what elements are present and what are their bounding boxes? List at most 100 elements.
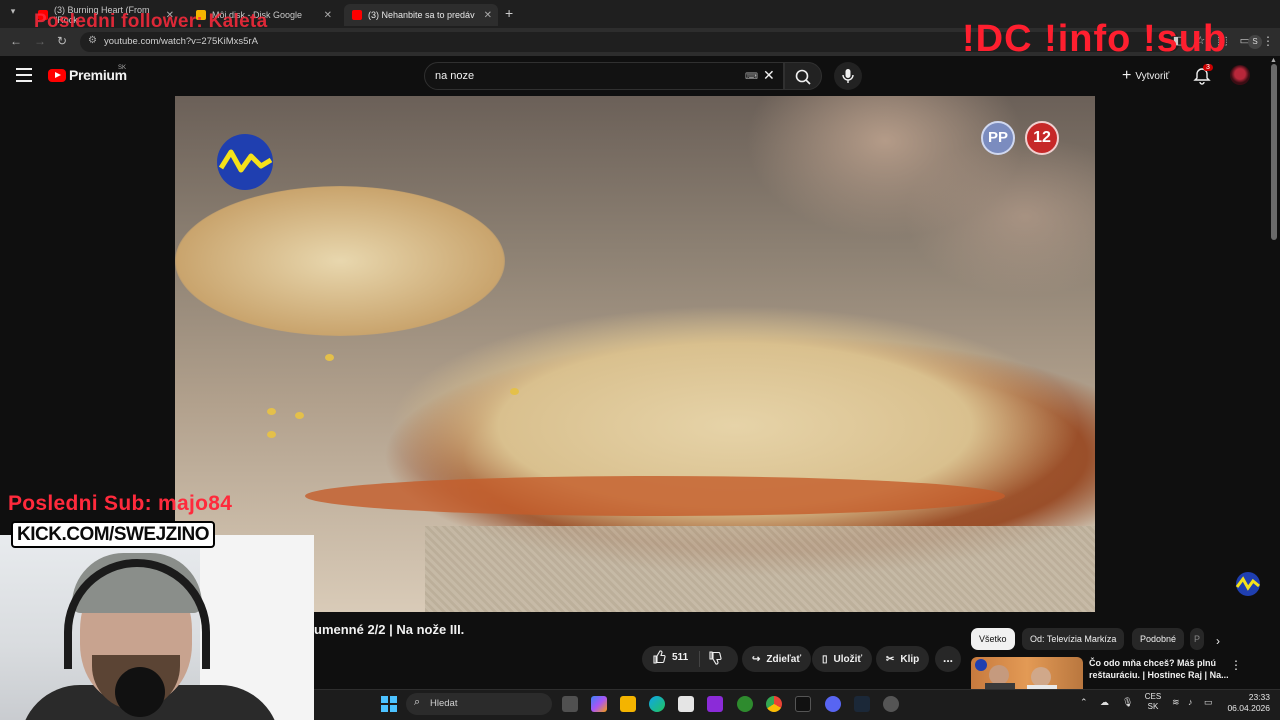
search-icon bbox=[795, 69, 811, 85]
search-button[interactable] bbox=[784, 62, 822, 90]
url-text: youtube.com/watch?v=275KiMxs5rA bbox=[104, 36, 258, 47]
save-label: Uložiť bbox=[833, 653, 863, 665]
scissors-icon: ✂ bbox=[886, 653, 895, 665]
search-input[interactable]: na noze bbox=[424, 62, 784, 90]
youtube-play-icon bbox=[48, 68, 66, 82]
youtube-favicon-icon bbox=[352, 10, 362, 20]
chat-commands-overlay: !DC !info !sub bbox=[962, 18, 1228, 60]
browser-tab-active[interactable]: (3) Nehanbite sa to predáv ✕ bbox=[344, 4, 498, 26]
network-app-icon[interactable]: ☁ bbox=[1100, 697, 1109, 708]
plus-icon: + bbox=[1122, 67, 1132, 84]
steam-icon[interactable] bbox=[854, 696, 870, 712]
clock-date: 06.04.2026 bbox=[1227, 703, 1270, 713]
account-avatar[interactable] bbox=[1230, 65, 1250, 85]
tray-overflow-icon[interactable]: ⌃ bbox=[1080, 697, 1088, 708]
corn-detail bbox=[295, 412, 304, 419]
epic-games-icon[interactable] bbox=[795, 696, 811, 712]
browser-menu-icon[interactable]: ⋮ bbox=[1262, 34, 1274, 48]
video-frame-tablecloth bbox=[425, 526, 1095, 612]
share-button[interactable]: ↪ Zdieľať bbox=[742, 646, 812, 672]
last-sub-overlay: Posledni Sub: majo84 bbox=[8, 492, 233, 515]
corn-detail bbox=[267, 408, 276, 415]
notification-count-badge: 3 bbox=[1203, 64, 1213, 71]
search-icon: ⌕ bbox=[414, 696, 421, 708]
share-label: Zdieľať bbox=[766, 653, 802, 665]
more-actions-button[interactable]: ... bbox=[935, 646, 961, 672]
back-icon[interactable]: ← bbox=[10, 34, 22, 48]
taskbar-search-placeholder: Hledat bbox=[430, 698, 458, 709]
copilot-icon[interactable] bbox=[591, 696, 607, 712]
region-label: SK bbox=[118, 65, 127, 71]
close-tab-icon[interactable]: ✕ bbox=[484, 10, 492, 21]
recommendation-menu-icon[interactable]: ⋮ bbox=[1230, 658, 1242, 672]
clip-button[interactable]: ✂ Klip bbox=[876, 646, 930, 672]
microphone-foam-icon bbox=[115, 667, 165, 717]
clip-label: Klip bbox=[900, 653, 920, 665]
reload-icon[interactable]: ↻ bbox=[57, 34, 67, 48]
youtube-header: Premium SK na noze ⌨ ✕ + Vytvoriť 3 bbox=[0, 56, 1280, 96]
age-rating-badge: 12 bbox=[1025, 121, 1059, 155]
tab-search-icon[interactable]: ▾ bbox=[6, 6, 20, 20]
create-label: Vytvoriť bbox=[1135, 70, 1170, 82]
volume-icon[interactable]: ♪ bbox=[1188, 697, 1193, 707]
app-icon[interactable] bbox=[707, 696, 723, 712]
page-scrollbar[interactable] bbox=[1271, 64, 1277, 240]
create-button[interactable]: + Vytvoriť bbox=[1114, 64, 1177, 88]
last-follower-overlay: Posledni follower: Kaleta bbox=[34, 11, 268, 32]
edge-icon[interactable] bbox=[649, 696, 665, 712]
clear-search-icon[interactable]: ✕ bbox=[763, 67, 775, 84]
new-tab-button[interactable]: + bbox=[505, 5, 513, 21]
like-button[interactable]: 511 bbox=[652, 650, 688, 664]
chip-related[interactable]: Podobné bbox=[1132, 628, 1185, 650]
microphone-icon bbox=[842, 69, 854, 83]
forward-icon[interactable]: → bbox=[34, 34, 46, 48]
obs-icon[interactable] bbox=[883, 696, 899, 712]
chrome-icon[interactable] bbox=[766, 696, 782, 712]
markiza-watermark-icon bbox=[1235, 572, 1260, 596]
share-icon: ↪ bbox=[752, 653, 761, 665]
chip-from-channel[interactable]: Od: Televízia Markíza bbox=[1022, 628, 1125, 650]
video-frame-plate bbox=[305, 476, 1005, 516]
chevron-right-icon[interactable]: › bbox=[1216, 634, 1220, 648]
video-frame-pizza-slice bbox=[175, 186, 505, 336]
site-info-icon[interactable]: ⚙ bbox=[88, 35, 97, 46]
discord-icon[interactable] bbox=[825, 696, 841, 712]
markiza-channel-logo-icon bbox=[217, 134, 273, 190]
tab-title: (3) Nehanbite sa to predáv bbox=[368, 10, 475, 20]
thumbs-down-icon bbox=[709, 651, 722, 665]
webcam-overlay bbox=[0, 535, 314, 720]
video-frame-hand bbox=[735, 96, 1035, 246]
profile-avatar[interactable]: S bbox=[1248, 35, 1262, 49]
scroll-up-icon[interactable]: ▲ bbox=[1270, 57, 1277, 64]
file-explorer-icon[interactable] bbox=[620, 696, 636, 712]
wifi-icon[interactable]: ≋ bbox=[1172, 697, 1180, 708]
dislike-button[interactable] bbox=[708, 650, 722, 671]
like-count: 511 bbox=[672, 651, 689, 663]
product-placement-badge: PP bbox=[981, 121, 1015, 155]
video-title: umenné 2/2 | Na nože III. bbox=[314, 622, 465, 637]
voice-search-button[interactable] bbox=[834, 62, 862, 90]
corn-detail bbox=[267, 431, 276, 438]
kick-channel-overlay: KICK.COM/SWEJZINO bbox=[11, 521, 216, 548]
language-code: CES bbox=[1144, 692, 1162, 701]
taskbar-search[interactable]: ⌕ Hledat bbox=[406, 693, 552, 715]
like-divider bbox=[699, 651, 700, 667]
clock-time: 23:33 bbox=[1248, 692, 1270, 702]
taskbar-clock[interactable]: 23:33 06.04.2026 bbox=[1222, 692, 1270, 714]
language-indicator[interactable]: CES SK bbox=[1144, 692, 1162, 712]
task-view-icon[interactable] bbox=[562, 696, 578, 712]
save-button[interactable]: ▯ Uložiť bbox=[812, 646, 873, 672]
chip-all[interactable]: Všetko bbox=[971, 628, 1015, 650]
store-icon[interactable] bbox=[678, 696, 694, 712]
xbox-icon[interactable] bbox=[737, 696, 753, 712]
menu-icon[interactable] bbox=[16, 68, 32, 86]
close-tab-icon[interactable]: ✕ bbox=[324, 10, 332, 21]
keyboard-icon[interactable]: ⌨ bbox=[745, 71, 758, 82]
battery-icon[interactable]: ▭ bbox=[1204, 697, 1213, 708]
chip-truncated[interactable]: P bbox=[1190, 628, 1205, 650]
microphone-tray-icon[interactable]: 🎙 bbox=[1122, 697, 1133, 708]
recommendation-title[interactable]: Čo odo mňa chceš? Máš plnú reštauráciu. … bbox=[1089, 657, 1229, 681]
corn-detail bbox=[510, 388, 519, 395]
windows-start-icon[interactable] bbox=[381, 696, 397, 712]
youtube-logo[interactable]: Premium SK bbox=[48, 65, 127, 83]
